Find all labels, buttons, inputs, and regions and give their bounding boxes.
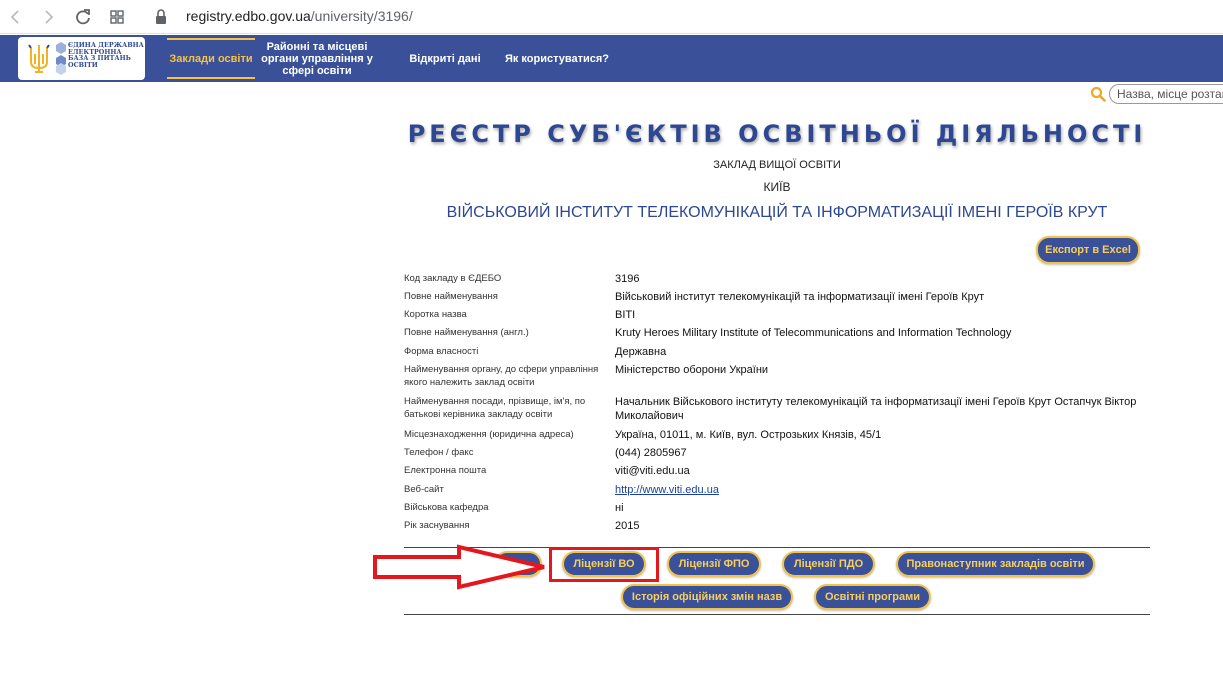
lock-icon[interactable] (150, 6, 172, 28)
licenses-pdo-button[interactable]: Ліцензії ПДО (782, 551, 875, 577)
info-value: Україна, 01011, м. Київ, вул. Острозьких… (615, 429, 882, 441)
info-label: Рік заснування (404, 520, 470, 531)
annotation-highlight-box (549, 547, 659, 582)
info-label: Повне найменування (англ.) (404, 327, 529, 338)
licenses-fpo-button[interactable]: Ліцензії ФПО (667, 551, 761, 577)
export-excel-button[interactable]: Експорт в Excel (1036, 236, 1140, 264)
apps-grid-icon[interactable] (106, 6, 128, 28)
search-input[interactable] (1109, 84, 1223, 104)
info-label: Повне найменування (404, 291, 498, 302)
info-value: viti@viti.edu.ua (615, 465, 690, 477)
divider (404, 614, 1150, 615)
info-value: Kruty Heroes Military Institute of Telec… (615, 327, 1012, 339)
menu-education-institutions[interactable]: Заклади освіти (167, 35, 255, 82)
site-header: ЄДИНА ДЕРЖАВНА ЕЛЕКТРОННА БАЗА З ПИТАНЬ … (0, 35, 1223, 82)
info-label: Телефон / факс (404, 447, 474, 458)
info-label: Веб-сайт (404, 484, 444, 495)
address-bar[interactable]: registry.edbo.gov.ua/university/3196/ (186, 8, 413, 24)
logo-text: ЄДИНА ДЕРЖАВНА ЕЛЕКТРОННА БАЗА З ПИТАНЬ … (68, 41, 144, 69)
info-label: Військова кафедра (404, 502, 489, 513)
annotation-arrow (373, 544, 545, 590)
reload-icon[interactable] (72, 6, 94, 28)
info-value: 2015 (615, 520, 640, 532)
institution-city: КИЇВ (763, 180, 791, 194)
browser-toolbar: registry.edbo.gov.ua/university/3196/ (0, 0, 1223, 34)
info-label: Місцезнаходження (юридична адреса) (404, 429, 574, 440)
edbo-logo[interactable]: ЄДИНА ДЕРЖАВНА ЕЛЕКТРОННА БАЗА З ПИТАНЬ … (18, 37, 145, 80)
institution-type: ЗАКЛАД ВИЩОЇ ОСВІТИ (713, 159, 841, 171)
info-label: Найменування органу, до сфери управління… (404, 364, 599, 388)
successor-button[interactable]: Правонаступник закладів освіти (896, 551, 1095, 577)
info-value: ні (615, 502, 624, 514)
search-icon[interactable] (1090, 86, 1106, 102)
registry-title: РЕЄСТР СУБ'ЄКТІВ ОСВІТНЬОЇ ДІЯЛЬНОСТІ (407, 120, 1147, 148)
institution-name: ВІЙСЬКОВИЙ ІНСТИТУТ ТЕЛЕКОМУНІКАЦІЙ ТА І… (446, 204, 1108, 221)
trident-icon (24, 42, 54, 75)
info-value: ВІТІ (615, 309, 636, 321)
info-value: 3196 (615, 273, 640, 285)
url-domain: registry.edbo.gov.ua (186, 8, 311, 24)
website-link[interactable]: http://www.viti.edu.ua (615, 483, 1163, 497)
info-value: Державна (615, 346, 667, 358)
forward-icon[interactable] (38, 6, 60, 28)
info-value: Начальник Військового інституту телекому… (615, 396, 1137, 422)
info-label: Коротка назва (404, 309, 467, 320)
info-value: Міністерство оборони України (615, 364, 769, 376)
name-history-button[interactable]: Історія офіційних змін назв (621, 584, 793, 610)
info-label: Код закладу в ЄДЕБО (404, 273, 502, 284)
info-label: Електронна пошта (404, 465, 487, 476)
info-label: Форма власності (404, 346, 479, 357)
menu-open-data[interactable]: Відкриті дані (405, 35, 485, 82)
menu-local-authorities[interactable]: Районні та місцеві органи управління у с… (251, 35, 383, 82)
menu-how-to-use[interactable]: Як користуватися? (500, 35, 614, 82)
back-icon[interactable] (4, 6, 26, 28)
honeycomb-icon (56, 42, 66, 75)
info-value: (044) 2805967 (615, 447, 687, 459)
info-value: Військовий інститут телекомунікацій та і… (615, 291, 985, 303)
info-label: Найменування посади, прізвище, ім'я, по … (404, 396, 586, 420)
url-path: /university/3196/ (310, 8, 413, 24)
educational-programs-button[interactable]: Освітні програми (814, 584, 931, 610)
